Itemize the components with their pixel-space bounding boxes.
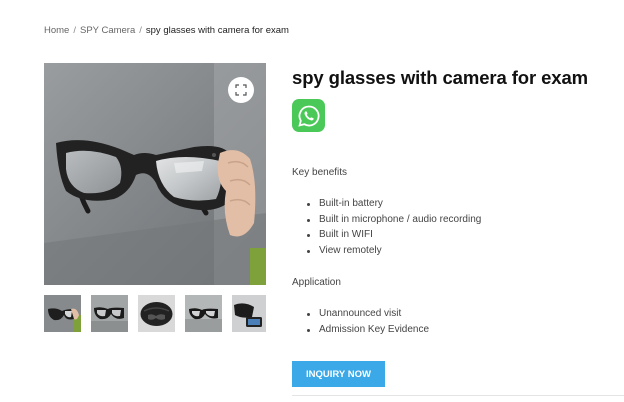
list-item: Admission Key Evidence bbox=[306, 322, 429, 338]
application-heading: Application bbox=[292, 277, 341, 288]
whatsapp-icon bbox=[297, 105, 319, 127]
divider bbox=[292, 395, 624, 396]
thumbnail[interactable] bbox=[138, 295, 175, 332]
glasses-thumbnail-image bbox=[91, 295, 128, 332]
key-benefits-heading: Key benefits bbox=[292, 167, 348, 178]
list-item: Built in WIFI bbox=[306, 227, 481, 243]
glasses-case-thumbnail-image bbox=[138, 295, 175, 332]
list-item: Unannounced visit bbox=[306, 306, 429, 322]
thumbnail[interactable] bbox=[91, 295, 128, 332]
expand-icon bbox=[235, 84, 247, 96]
breadcrumb-home-link[interactable]: Home bbox=[44, 25, 69, 36]
glasses-phone-thumbnail-image bbox=[232, 295, 266, 332]
inquiry-now-button[interactable]: INQUIRY NOW bbox=[292, 361, 385, 387]
breadcrumb-separator: / bbox=[139, 25, 142, 36]
whatsapp-button[interactable] bbox=[292, 99, 325, 132]
list-item: Built-in battery bbox=[306, 196, 481, 212]
list-item: View remotely bbox=[306, 243, 481, 259]
breadcrumb-category-link[interactable]: SPY Camera bbox=[80, 25, 135, 36]
key-benefits-list: Built-in battery Built in microphone / a… bbox=[306, 196, 481, 259]
breadcrumb: Home / SPY Camera / spy glasses with camera … bbox=[44, 25, 289, 36]
glasses-thumbnail-image bbox=[44, 295, 81, 332]
thumbnail[interactable] bbox=[232, 295, 266, 332]
list-item: Built in microphone / audio recording bbox=[306, 212, 481, 228]
thumbnail-strip bbox=[44, 295, 266, 333]
product-main-image[interactable] bbox=[44, 63, 266, 285]
thumbnail[interactable] bbox=[44, 295, 81, 332]
thumbnail[interactable] bbox=[185, 295, 222, 332]
product-title: spy glasses with camera for exam bbox=[292, 67, 589, 88]
zoom-button[interactable] bbox=[228, 77, 254, 103]
breadcrumb-current: spy glasses with camera for exam bbox=[145, 25, 289, 36]
application-list: Unannounced visit Admission Key Evidence bbox=[306, 306, 429, 337]
glasses-thumbnail-image bbox=[185, 295, 222, 332]
breadcrumb-separator: / bbox=[73, 25, 76, 36]
